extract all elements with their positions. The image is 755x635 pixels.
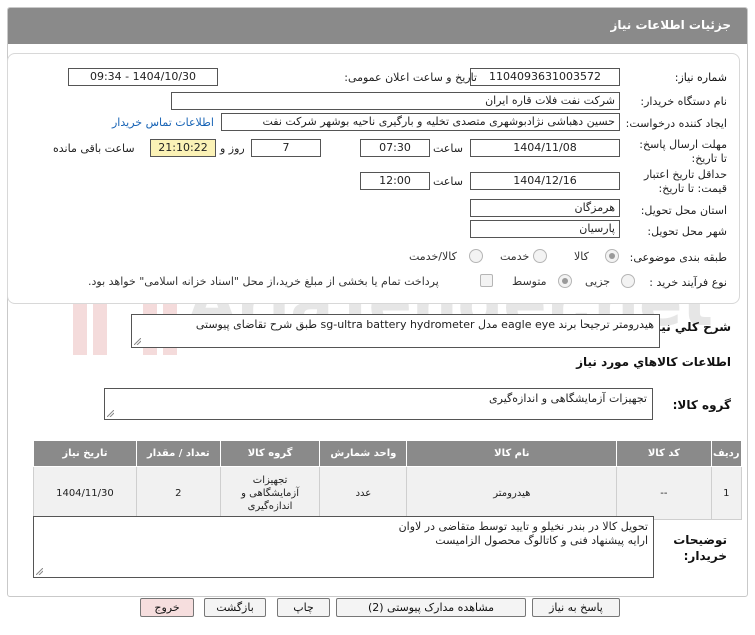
reply-to-need-button[interactable]: پاسخ به نیاز	[532, 598, 620, 617]
summary-textbox[interactable]: هیدرومتر ترجیحا برند eagle eye مدل sg-ul…	[131, 314, 660, 348]
need-number-label: شماره نیاز:	[674, 71, 727, 84]
validity-time-field[interactable]: 12:00	[360, 172, 430, 190]
buyer-contact-link[interactable]: اطلاعات تماس خریدار	[112, 116, 214, 129]
buyer-notes-line1: تحویل کالا در بندر نخیلو و تایید توسط مت…	[398, 520, 648, 533]
buyer-notes-line2: ارایه پیشنهاد فنی و کاتالوگ محصول الزامی…	[435, 534, 648, 547]
category-radio-goods-service[interactable]	[469, 249, 483, 263]
days-remaining-field[interactable]: 7	[251, 139, 321, 157]
validity-time-label: ساعت	[433, 175, 463, 188]
validity-date-field[interactable]: 1404/12/16	[470, 172, 620, 190]
resize-grip-icon[interactable]	[36, 568, 43, 575]
cell-row-number: 1	[710, 466, 743, 520]
cell-goods-name: هیدرومتر	[406, 466, 618, 520]
reply-time-label: ساعت	[433, 142, 463, 155]
cell-need-date: 1404/11/30	[33, 466, 137, 520]
window-titlebar: جزئیات اطلاعات نیاز	[8, 8, 747, 44]
view-attachments-button[interactable]: مشاهده مدارک پیوستی (2)	[336, 598, 526, 617]
days-and-label: روز و	[220, 142, 245, 155]
category-radio-goods[interactable]	[605, 249, 619, 263]
col-need-date: تاریخ نیاز	[33, 440, 137, 467]
goods-group-label: گروه کالا:	[672, 398, 731, 412]
col-row-number: ردیف	[710, 440, 743, 467]
remaining-hours-label: ساعت باقی مانده	[53, 142, 135, 155]
category-option-service: خدمت	[500, 250, 530, 263]
countdown-field: 21:10:22	[150, 139, 216, 157]
col-goods-name: نام کالا	[406, 440, 618, 467]
window-title: جزئیات اطلاعات نیاز	[610, 18, 731, 32]
cell-goods-code: --	[616, 466, 712, 520]
cell-goods-group: تجهیزات آزمایشگاهی و اندازه‌گیری	[219, 466, 321, 520]
announce-datetime-label: تاریخ و ساعت اعلان عمومی:	[344, 71, 477, 84]
col-goods-group: گروه کالا	[219, 440, 321, 467]
category-option-goods: کالا	[574, 250, 589, 263]
requester-label: ایجاد کننده درخواست:	[625, 117, 727, 130]
goods-table: ردیف کد کالا نام کالا واحد شمارش گروه کا…	[33, 440, 743, 520]
need-number-field[interactable]: 1104093631003572	[470, 68, 620, 86]
goods-info-heading: اطلاعات کالاهاي مورد نياز	[576, 355, 731, 369]
back-button[interactable]: بازگشت	[204, 598, 266, 617]
process-radio-medium[interactable]	[558, 274, 572, 288]
print-button[interactable]: چاپ	[277, 598, 330, 617]
category-option-goods-service: کالا/خدمت	[409, 250, 457, 263]
province-label: استان محل تحویل:	[640, 204, 727, 217]
goods-group-textbox[interactable]: تجهیزات آزمایشگاهی و اندازه‌گیری	[104, 388, 653, 420]
province-field[interactable]: هرمزگان	[470, 199, 620, 217]
table-header-row: ردیف کد کالا نام کالا واحد شمارش گروه کا…	[33, 440, 743, 467]
resize-grip-icon[interactable]	[107, 410, 114, 417]
table-row[interactable]: 1 -- هیدرومتر عدد تجهیزات آزمایشگاهی و ا…	[33, 466, 743, 520]
col-quantity: تعداد / مقدار	[135, 440, 221, 467]
reply-time-field[interactable]: 07:30	[360, 139, 430, 157]
city-label: شهر محل تحویل:	[647, 225, 727, 238]
reply-deadline-label: مهلت ارسال پاسخ: تا تاریخ:	[639, 138, 727, 165]
category-radio-service[interactable]	[533, 249, 547, 263]
buyer-org-field[interactable]: شرکت نفت فلات قاره ایران	[171, 92, 620, 110]
cell-unit: عدد	[319, 466, 408, 520]
col-goods-code: کد کالا	[616, 440, 712, 467]
requester-field[interactable]: حسین دهباشی نژادبوشهری متصدی تخلیه و بار…	[221, 113, 620, 131]
reply-date-field[interactable]: 1404/11/08	[470, 139, 620, 157]
cell-quantity: 2	[135, 466, 221, 520]
col-unit: واحد شمارش	[319, 440, 408, 467]
buyer-notes-textbox[interactable]: تحویل کالا در بندر نخیلو و تایید توسط مت…	[33, 516, 654, 578]
process-radio-minor[interactable]	[621, 274, 635, 288]
process-option-medium: متوسط	[512, 275, 547, 288]
process-option-minor: جزیی	[585, 275, 611, 288]
buyer-notes-label: توضیحات خریدار:	[673, 533, 727, 563]
summary-text: هیدرومتر ترجیحا برند eagle eye مدل sg-ul…	[195, 318, 654, 331]
price-validity-label: حداقل تاریخ اعتبار قیمت: تا تاریخ:	[643, 168, 727, 195]
payment-note: پرداخت تمام یا بخشی از مبلغ خرید،از محل …	[88, 275, 439, 288]
announce-datetime-field[interactable]: 1404/10/30 - 09:34	[68, 68, 218, 86]
category-label: طبقه بندی موضوعی:	[629, 251, 727, 264]
process-type-label: نوع فرآیند خرید :	[649, 276, 727, 289]
buyer-org-label: نام دستگاه خریدار:	[640, 95, 727, 108]
goods-group-text: تجهیزات آزمایشگاهی و اندازه‌گیری	[489, 392, 647, 405]
resize-grip-icon[interactable]	[134, 338, 141, 345]
city-field[interactable]: پارسیان	[470, 220, 620, 238]
exit-button[interactable]: خروج	[140, 598, 194, 617]
treasury-bonds-checkbox[interactable]	[480, 274, 493, 287]
